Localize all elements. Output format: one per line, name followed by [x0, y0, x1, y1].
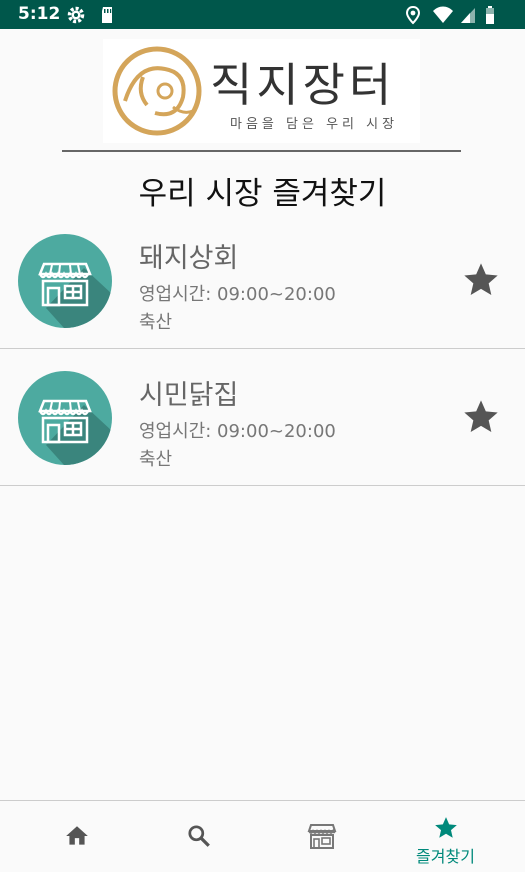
signal-icon [460, 8, 475, 23]
store-name: 시민닭집 [139, 380, 239, 411]
store-name: 돼지상회 [139, 243, 239, 274]
store-category: 축산 [139, 312, 173, 333]
store-icon [307, 824, 337, 849]
status-bar: 5:12 [0, 0, 525, 29]
status-right-icons [405, 5, 495, 29]
header-divider [62, 150, 461, 152]
nav-favorites-label: 즐겨찾기 [416, 847, 475, 866]
status-left-icons [66, 5, 115, 29]
page-title: 우리 시장 즐겨찾기 [138, 176, 387, 212]
nav-home[interactable] [11, 801, 142, 872]
location-icon [405, 5, 420, 25]
store-hours: 영업시간: 09:00~20:00 [139, 284, 336, 305]
sd-card-icon [102, 7, 113, 23]
favorites-list: 돼지상회 영업시간: 09:00~20:00 축산 시민닭집 영업시간: 09:… [0, 212, 525, 486]
logo-subtitle: 마음을 담은 우리 시장 [230, 117, 399, 132]
list-item[interactable]: 돼지상회 영업시간: 09:00~20:00 축산 [0, 212, 525, 349]
battery-icon [486, 6, 494, 24]
storefront-icon [18, 234, 112, 328]
storefront-icon [18, 371, 112, 465]
gear-icon [67, 6, 85, 24]
favorite-star-icon[interactable] [461, 397, 501, 437]
logo-title: 직지장터 [210, 58, 396, 112]
store-hours: 영업시간: 09:00~20:00 [139, 421, 336, 442]
status-time: 5:12 [18, 4, 61, 24]
nav-market[interactable] [257, 801, 388, 872]
nav-search[interactable] [134, 801, 265, 872]
search-icon [188, 825, 210, 847]
list-item[interactable]: 시민닭집 영업시간: 09:00~20:00 축산 [0, 349, 525, 486]
nav-favorites[interactable]: 즐겨찾기 [380, 801, 511, 872]
bottom-navigation: 즐겨찾기 [0, 800, 525, 872]
home-icon [66, 826, 88, 845]
app-logo: 직지장터 마음을 담은 우리 시장 [103, 39, 420, 143]
favorite-star-icon[interactable] [461, 260, 501, 300]
store-category: 축산 [139, 449, 173, 470]
star-icon [435, 817, 457, 838]
wifi-icon [432, 6, 453, 23]
logo-emblem-icon [112, 46, 202, 136]
